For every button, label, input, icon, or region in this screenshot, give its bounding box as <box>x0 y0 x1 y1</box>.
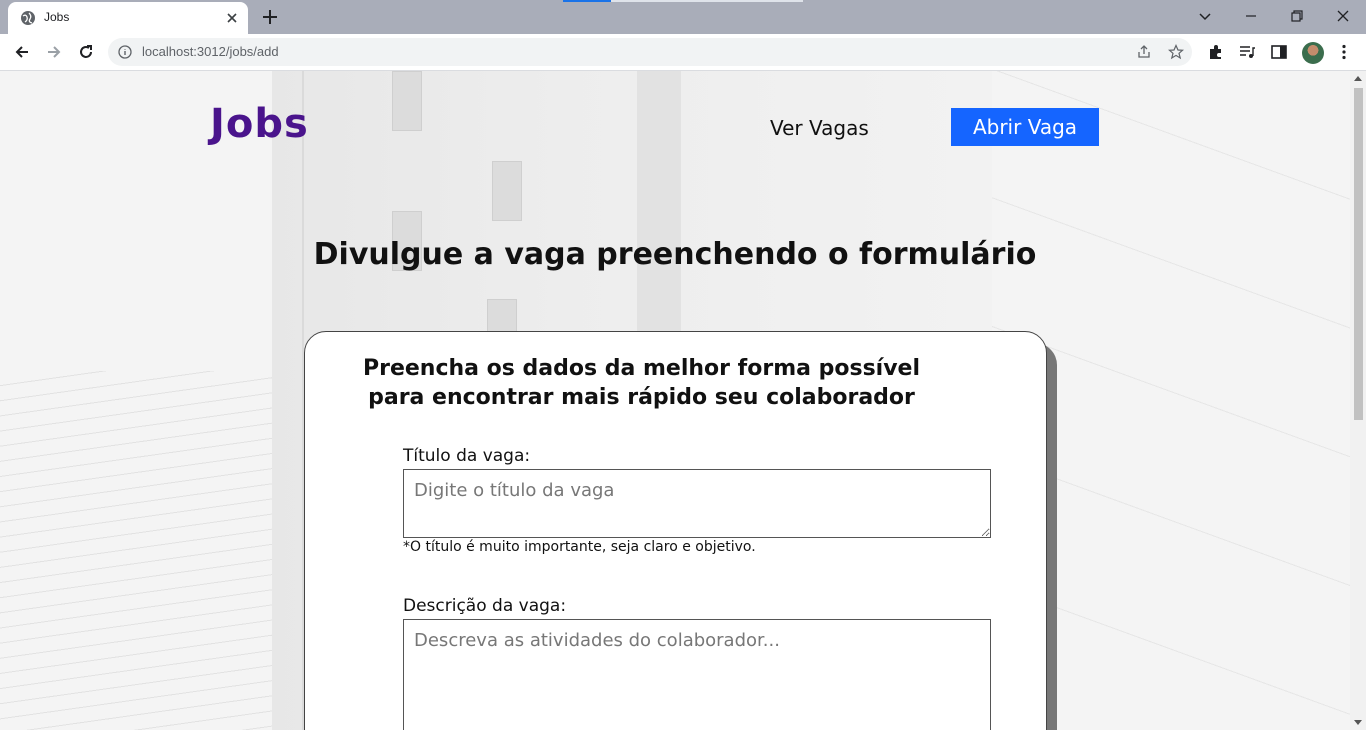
scroll-down-arrow-icon[interactable] <box>1354 720 1362 725</box>
minimize-icon[interactable] <box>1241 6 1261 26</box>
nav-link-ver-vagas[interactable]: Ver Vagas <box>770 116 869 140</box>
share-icon[interactable] <box>1136 44 1152 60</box>
job-title-label: Título da vaga: <box>403 446 531 466</box>
site-logo[interactable]: Jobs <box>210 101 309 147</box>
tab-search-chevron-icon[interactable] <box>1195 6 1215 26</box>
scrollbar-thumb[interactable] <box>1354 88 1363 420</box>
page-title: Divulgue a vaga preenchendo o formulário <box>0 237 1350 272</box>
url-text[interactable]: localhost:3012/jobs/add <box>142 44 279 59</box>
profile-avatar[interactable] <box>1302 42 1324 64</box>
side-panel-icon[interactable] <box>1270 43 1288 61</box>
back-arrow-icon[interactable] <box>12 42 32 62</box>
form-heading: Preencha os dados da melhor forma possív… <box>305 354 1046 412</box>
new-tab-icon[interactable] <box>259 6 281 28</box>
job-description-input[interactable] <box>403 619 991 730</box>
extensions-puzzle-icon[interactable] <box>1207 43 1225 61</box>
globe-icon <box>21 11 35 25</box>
job-form-card: Preencha os dados da melhor forma possív… <box>304 331 1047 730</box>
more-menu-icon[interactable] <box>1335 43 1353 61</box>
building-window <box>392 71 422 131</box>
browser-toolbar: localhost:3012/jobs/add <box>0 34 1366 71</box>
form-heading-line-2: para encontrar mais rápido seu colaborad… <box>368 385 915 410</box>
background-texture-left <box>0 371 272 730</box>
close-window-icon[interactable] <box>1333 6 1353 26</box>
reload-icon[interactable] <box>76 42 96 62</box>
building-window <box>492 161 522 221</box>
forward-arrow-icon[interactable] <box>44 42 64 62</box>
tab-title: Jobs <box>44 10 70 24</box>
bookmark-star-icon[interactable] <box>1168 44 1184 60</box>
form-heading-line-1: Preencha os dados da melhor forma possív… <box>362 356 921 381</box>
browser-tabstrip: Jobs <box>0 0 1366 34</box>
job-title-hint: *O título é muito importante, seja claro… <box>403 539 756 555</box>
page-scrollbar[interactable] <box>1350 71 1366 730</box>
job-title-input[interactable] <box>403 469 991 538</box>
job-description-label: Descrição da vaga: <box>403 596 567 616</box>
close-tab-icon[interactable] <box>224 10 240 26</box>
scroll-up-arrow-icon[interactable] <box>1354 76 1362 81</box>
page-viewport: Jobs Ver Vagas Abrir Vaga Divulgue a vag… <box>0 71 1350 730</box>
page-title-text: Divulgue a vaga preenchendo o formulário <box>313 237 1037 272</box>
address-bar[interactable]: localhost:3012/jobs/add <box>108 38 1192 66</box>
abrir-vaga-button[interactable]: Abrir Vaga <box>951 108 1099 146</box>
page-load-progress <box>563 0 803 2</box>
browser-tab-active[interactable]: Jobs <box>8 2 248 34</box>
restore-icon[interactable] <box>1287 6 1307 26</box>
media-controls-icon[interactable] <box>1238 43 1256 61</box>
site-info-icon[interactable] <box>118 45 132 59</box>
